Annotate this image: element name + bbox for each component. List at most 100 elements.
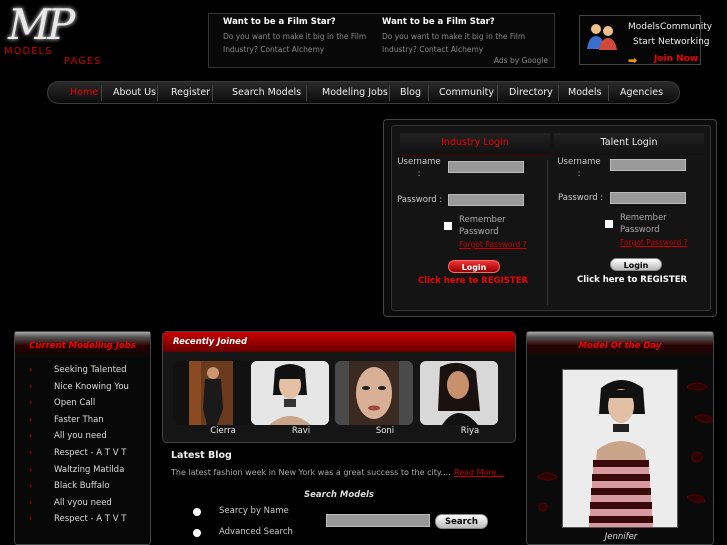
nav-agencies[interactable]: Agencies (620, 87, 663, 98)
login-divider (547, 160, 548, 305)
job-title[interactable]: Open Call (54, 398, 95, 408)
google-ads-box: Want to be a Film Star? Do you want to m… (208, 13, 555, 68)
search-by-name-radio[interactable] (193, 508, 201, 516)
industry-register-link[interactable]: Click here to REGISTER (418, 276, 528, 286)
logo-word-models: MODELS (4, 46, 53, 57)
model-thumb-cierra[interactable] (173, 361, 251, 425)
nav-divider (101, 85, 102, 101)
nav-about-us[interactable]: About Us (113, 87, 156, 98)
promo-text: Models (628, 22, 660, 32)
current-jobs-title: Current Modeling Jobs (15, 332, 150, 357)
job-title[interactable]: Respect - A T V T (54, 448, 126, 458)
model-of-the-day-name[interactable]: Jennifer (527, 532, 713, 542)
chevron-right-icon: › (29, 514, 33, 524)
main-nav: Home About Us Register Search Models Mod… (47, 81, 680, 104)
model-name[interactable]: Ravi (262, 426, 340, 436)
model-photo (251, 361, 329, 425)
industry-remember-label: Remember Password (459, 215, 506, 237)
nav-divider (428, 85, 429, 101)
model-photo (189, 361, 233, 425)
model-name[interactable]: Cierra (184, 426, 262, 436)
join-now-link[interactable]: Join Now (654, 54, 698, 64)
promo-text: Community (660, 22, 713, 32)
talent-forgot-password-link[interactable]: Forgot Password ? (620, 238, 688, 247)
current-jobs-panel: Current Modeling Jobs › Seeking Talented ›… (14, 331, 151, 545)
job-title[interactable]: Nice Knowing You (54, 382, 129, 392)
model-thumb-ravi[interactable] (251, 361, 329, 425)
talent-remember-label: Remember Password (620, 213, 667, 235)
search-button[interactable]: Search (435, 514, 488, 529)
nav-blog[interactable]: Blog (400, 87, 421, 98)
job-title[interactable]: Respect - A T V T (54, 514, 126, 524)
model-name[interactable]: Riya (431, 426, 509, 436)
model-of-the-day-photo[interactable] (562, 369, 678, 528)
logo-monogram: MP (8, 0, 75, 49)
model-photo (563, 370, 677, 527)
talent-password-field[interactable] (610, 192, 686, 204)
chevron-right-icon: › (29, 381, 33, 391)
industry-username-label: Username : (397, 157, 441, 179)
model-photo (335, 361, 413, 425)
nav-divider (306, 85, 307, 101)
nav-search-models[interactable]: Search Models (232, 87, 301, 98)
advanced-search-label: Advanced Search (219, 527, 293, 537)
industry-password-field[interactable] (448, 194, 524, 206)
ad-item[interactable]: Want to be a Film Star? Do you want to m… (223, 17, 373, 56)
community-promo-banner[interactable]: Models Community Start Networking ➡ Join… (579, 15, 712, 67)
nav-divider (497, 85, 498, 101)
login-panel-inner: Industry Login Talent Login Username : P… (391, 125, 711, 311)
job-title[interactable]: Black Buffalo (54, 481, 110, 491)
ad-item[interactable]: Want to be a Film Star? Do you want to m… (382, 17, 532, 56)
chevron-right-icon: › (29, 365, 33, 374)
talent-login-button[interactable]: Login (610, 258, 662, 271)
talent-username-label: Username : (557, 157, 601, 179)
job-title[interactable]: Waltzing Matilda (54, 465, 124, 475)
industry-remember-checkbox[interactable] (444, 222, 452, 230)
recently-joined-panel: Recently Joined Cierra Ravi Soni Riya (162, 331, 516, 443)
industry-login-button[interactable]: Login (448, 260, 500, 273)
job-title[interactable]: Seeking Talented (54, 365, 127, 375)
latest-blog-title: Latest Blog (171, 450, 232, 461)
ad-title[interactable]: Want to be a Film Star? (382, 17, 532, 27)
promo-text: Start (633, 37, 655, 47)
nav-modeling-jobs[interactable]: Modeling Jobs (322, 87, 388, 98)
ad-text: Do you want to make it big in the Film I… (382, 32, 526, 54)
talent-username-field[interactable] (610, 159, 686, 171)
industry-password-label: Password : (397, 195, 443, 205)
model-name[interactable]: Soni (346, 426, 424, 436)
talent-remember-checkbox[interactable] (605, 220, 613, 228)
ad-title[interactable]: Want to be a Film Star? (223, 17, 373, 27)
talent-register-link[interactable]: Click here to REGISTER (577, 275, 687, 285)
chevron-right-icon: › (29, 448, 33, 457)
nav-directory[interactable]: Directory (509, 87, 553, 98)
recently-joined-title: Recently Joined (163, 332, 515, 352)
nav-register[interactable]: Register (171, 87, 210, 98)
site-logo[interactable]: MP MODELS PAGES (4, 0, 104, 70)
industry-login-title: Industry Login (400, 133, 550, 155)
model-thumb-soni[interactable] (335, 361, 413, 425)
model-of-the-day-panel: Model Of the Day Jennifer (526, 331, 714, 545)
chevron-right-icon: › (29, 497, 33, 507)
job-title[interactable]: Faster Than (54, 415, 104, 425)
nav-models[interactable]: Models (568, 87, 601, 98)
job-title[interactable]: All vyou need (54, 498, 112, 508)
nav-divider (608, 85, 609, 101)
model-thumb-riya[interactable] (420, 361, 498, 425)
ad-text: Do you want to make it big in the Film I… (223, 32, 367, 54)
search-input[interactable] (326, 514, 430, 527)
industry-forgot-password-link[interactable]: Forgot Password ? (459, 240, 527, 249)
model-photo (420, 361, 498, 425)
chevron-right-icon: › (29, 414, 33, 424)
advanced-search-radio[interactable] (193, 529, 201, 537)
industry-username-field[interactable] (448, 161, 524, 173)
nav-divider (389, 85, 390, 101)
read-more-link[interactable]: Read More... (454, 468, 504, 477)
chevron-right-icon: › (29, 431, 33, 441)
nav-home[interactable]: Home (70, 87, 98, 98)
ads-attribution[interactable]: Ads by Google (494, 56, 548, 65)
people-icon (587, 24, 617, 50)
search-models-title: Search Models (304, 490, 374, 500)
nav-divider (157, 85, 158, 101)
job-title[interactable]: All you need (54, 431, 107, 441)
nav-community[interactable]: Community (439, 87, 494, 98)
